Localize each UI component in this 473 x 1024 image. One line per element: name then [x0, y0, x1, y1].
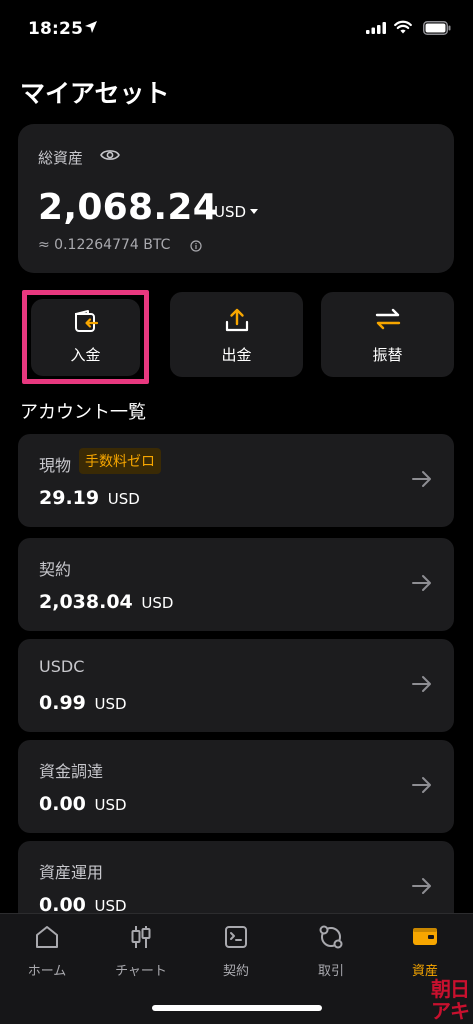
cellular-signal-icon	[366, 22, 386, 34]
account-name: 契約	[39, 560, 72, 579]
tab-chart[interactable]: チャート	[94, 914, 188, 984]
deposit-button[interactable]: 入金	[31, 299, 140, 376]
status-time: 18:25	[28, 19, 84, 39]
account-amount: 0.00	[39, 793, 86, 815]
account-card-spot[interactable]: 現物 手数料ゼロ 29.19 USD	[18, 434, 454, 527]
candlestick-icon	[131, 926, 151, 948]
arrow-right-icon	[412, 676, 431, 692]
watermark-line: アキ	[431, 999, 470, 1023]
tab-label: 契約	[222, 964, 249, 979]
tab-trade[interactable]: 取引	[284, 914, 378, 984]
account-unit: USD	[141, 594, 174, 612]
transfer-label: 振替	[372, 346, 403, 364]
transfer-arrows-icon	[375, 308, 400, 330]
account-name: 現物	[39, 456, 72, 475]
total-assets-value: 2,068.24	[38, 187, 219, 228]
caret-down-icon	[250, 209, 259, 214]
btc-equivalent: ≈ 0.12264774 BTC	[38, 237, 171, 253]
watermark-line: 朝日	[431, 977, 470, 1001]
status-bar: 18:25	[0, 0, 473, 58]
home-indicator	[152, 1005, 322, 1011]
terminal-icon	[225, 926, 247, 948]
info-icon[interactable]	[190, 240, 202, 252]
arrow-right-icon	[412, 777, 431, 793]
account-name: USDC	[39, 657, 85, 676]
account-value: 29.19 USD	[39, 487, 140, 509]
account-value: 2,038.04 USD	[39, 591, 173, 613]
tab-label: ホーム	[27, 964, 67, 979]
arrow-right-icon	[412, 471, 431, 487]
account-value: 0.99 USD	[39, 692, 127, 714]
account-amount: 2,038.04	[39, 591, 133, 613]
upload-icon	[225, 308, 248, 332]
withdraw-button[interactable]: 出金	[170, 292, 303, 377]
trade-icon	[319, 925, 343, 949]
total-assets-card: 総資産 2,068.24 USD ≈ 0.12264774 BTC	[18, 124, 454, 273]
currency-label: USD	[214, 203, 247, 221]
deposit-icon	[74, 310, 98, 332]
tab-assets[interactable]: 資産	[378, 914, 472, 984]
location-arrow-icon	[85, 21, 97, 33]
zero-fee-badge: 手数料ゼロ	[79, 448, 161, 474]
account-value: 0.00 USD	[39, 793, 127, 815]
account-unit: USD	[107, 490, 140, 508]
home-icon	[36, 926, 58, 948]
deposit-label: 入金	[70, 346, 101, 364]
account-name: 資金調達	[39, 762, 104, 781]
arrow-right-icon	[412, 878, 431, 894]
tab-label: チャート	[115, 964, 167, 979]
account-amount: 29.19	[39, 487, 100, 509]
tab-home[interactable]: ホーム	[0, 914, 94, 984]
tab-label: 取引	[317, 964, 344, 979]
wifi-icon	[394, 20, 412, 34]
battery-icon	[423, 21, 451, 35]
arrow-right-icon	[412, 575, 431, 591]
page-title: マイアセット	[20, 79, 170, 108]
transfer-button[interactable]: 振替	[321, 292, 454, 377]
wallet-icon	[413, 928, 437, 945]
account-card-usdc[interactable]: USDC 0.99 USD	[18, 639, 454, 732]
withdraw-label: 出金	[221, 346, 252, 364]
account-card-contract[interactable]: 契約 2,038.04 USD	[18, 538, 454, 631]
total-assets-label: 総資産	[38, 149, 84, 167]
account-card-funding[interactable]: 資金調達 0.00 USD	[18, 740, 454, 833]
account-unit: USD	[94, 695, 127, 713]
account-amount: 0.99	[39, 692, 86, 714]
account-name: 資産運用	[39, 863, 104, 882]
currency-select[interactable]: USD	[214, 203, 259, 221]
accounts-section-title: アカウント一覧	[20, 402, 146, 423]
account-unit: USD	[94, 796, 127, 814]
watermark: 朝日 アキ	[427, 978, 473, 1024]
tab-contract[interactable]: 契約	[189, 914, 283, 984]
eye-icon[interactable]	[100, 148, 120, 162]
